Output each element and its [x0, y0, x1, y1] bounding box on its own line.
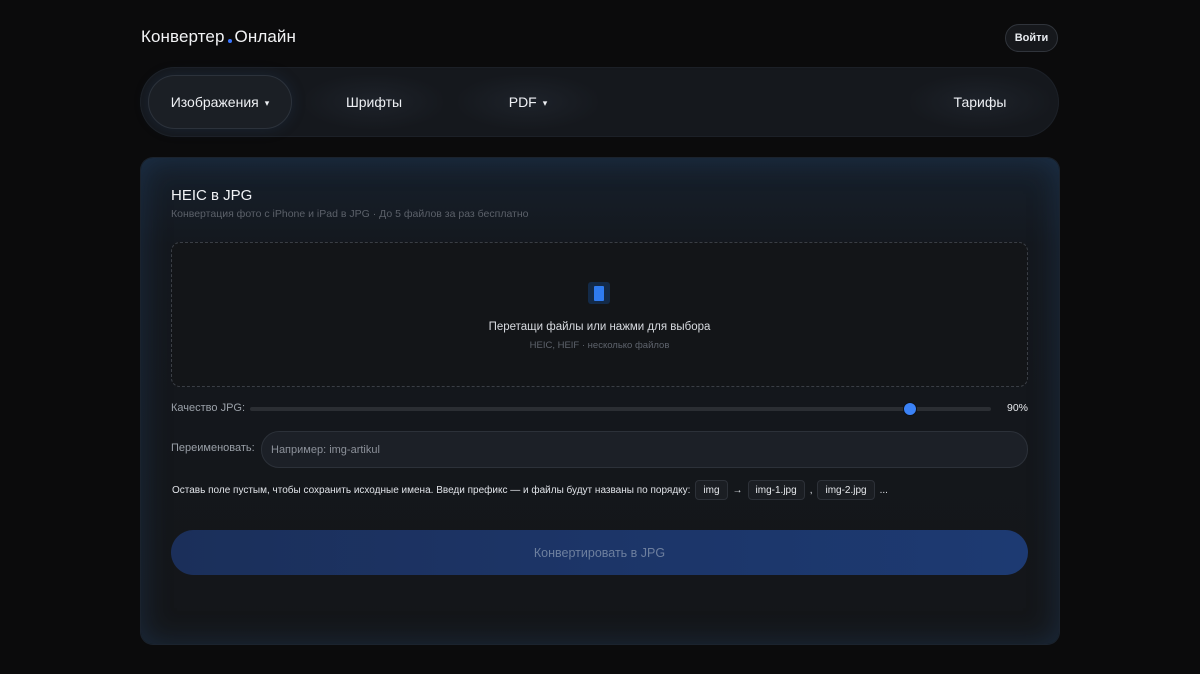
arrow-right-icon: →: [732, 484, 743, 496]
quality-value: 90%: [1007, 402, 1029, 414]
example-prefix-chip: img: [695, 480, 728, 500]
nav-item-label: Изображения: [170, 94, 259, 110]
rename-label: Переименовать:: [171, 442, 255, 454]
dropzone-text: Перетащи файлы или нажми для выбора: [488, 321, 711, 333]
chevron-down-icon: ▾: [264, 97, 270, 108]
converter-title: HEIC в JPG: [171, 187, 253, 204]
chevron-down-icon: ▾: [542, 97, 548, 108]
logo-text-primary: Конвертер: [141, 27, 225, 46]
example-file-chip: img-2.jpg: [817, 480, 875, 500]
example-file-chip: img-1.jpg: [747, 480, 805, 500]
dropzone-hint: HEIC, HEIF · несколько файлов: [529, 340, 670, 351]
rename-input[interactable]: [261, 431, 1028, 468]
login-button[interactable]: Войти: [1005, 24, 1058, 52]
nav-item-pricing[interactable]: Тарифы: [910, 75, 1050, 129]
rename-hint-text: Оставь поле пустым, чтобы сохранить исхо…: [172, 484, 691, 496]
converter-subtitle: Конвертация фото с iPhone и iPad в JPG ·…: [171, 208, 529, 220]
logo-dot-icon: [227, 39, 232, 43]
nav-item-fonts[interactable]: Шрифты: [305, 75, 443, 129]
file-icon: [588, 282, 610, 304]
nav-item-label: PDF: [508, 94, 537, 110]
main-nav: Изображения ▾ Шрифты PDF ▾ Тарифы: [140, 67, 1059, 137]
logo[interactable]: Конвертер Онлайн: [141, 27, 296, 47]
nav-item-label: Тарифы: [953, 94, 1007, 110]
nav-item-label: Шрифты: [345, 94, 403, 110]
quality-label: Качество JPG:: [171, 402, 246, 414]
example-separator: ,: [809, 484, 813, 496]
rename-hint: Оставь поле пустым, чтобы сохранить исхо…: [172, 480, 890, 500]
example-ellipsis: ...: [879, 484, 888, 496]
logo-text-secondary: Онлайн: [234, 27, 297, 46]
file-dropzone[interactable]: Перетащи файлы или нажми для выбора HEIC…: [171, 242, 1028, 387]
nav-item-images[interactable]: Изображения ▾: [148, 75, 292, 129]
convert-button[interactable]: Конвертировать в JPG: [171, 530, 1028, 575]
quality-slider[interactable]: [250, 407, 991, 411]
nav-item-pdf[interactable]: PDF ▾: [458, 75, 598, 129]
page: Конвертер Онлайн Войти Изображения ▾ Шри…: [0, 0, 1200, 674]
quality-slider-thumb[interactable]: [903, 402, 917, 416]
converter-card: HEIC в JPG Конвертация фото с iPhone и i…: [141, 158, 1059, 644]
